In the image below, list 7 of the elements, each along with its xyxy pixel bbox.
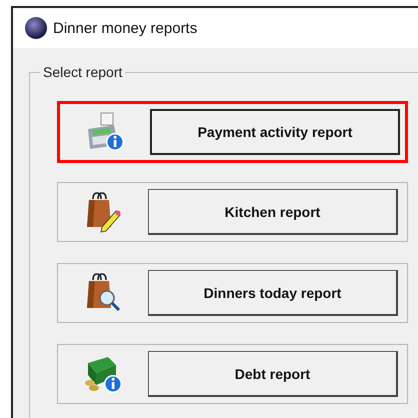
report-button[interactable]: Payment activity report <box>150 109 400 155</box>
app-icon <box>25 17 47 39</box>
window-title: Dinner money reports <box>53 20 198 36</box>
group-label: Select report <box>40 64 126 80</box>
report-button[interactable]: Kitchen report <box>148 189 398 235</box>
report-button[interactable]: Debt report <box>148 351 398 397</box>
report-button[interactable]: Dinners today report <box>148 270 398 316</box>
